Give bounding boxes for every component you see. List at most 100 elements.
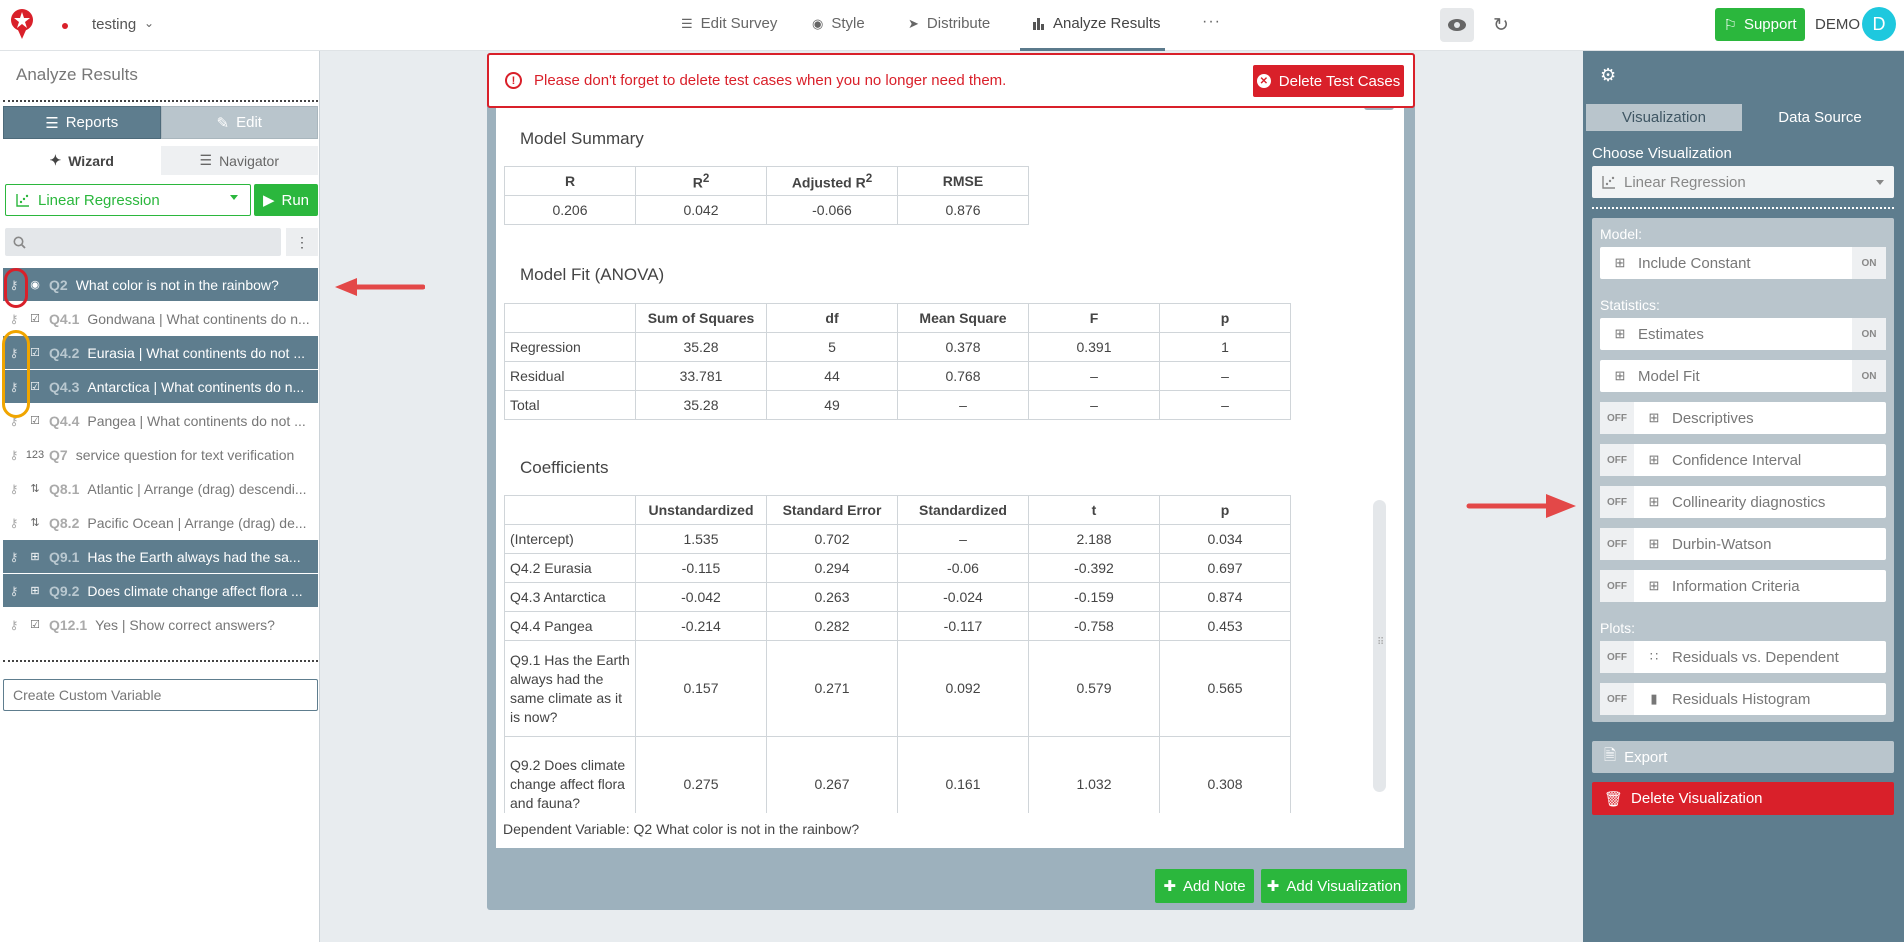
delete-test-cases-button[interactable]: ✕ Delete Test Cases xyxy=(1253,65,1404,97)
table-row: Q4.4 Pangea -0.214 0.282 -0.117 -0.758 0.453 xyxy=(504,611,1291,641)
toggle-off[interactable]: OFF xyxy=(1600,570,1634,602)
tab-reports[interactable]: ☰ Reports xyxy=(3,106,161,139)
panel-title: Analyze Results xyxy=(16,65,138,84)
question-item[interactable]: ⚷ ◉ Q2 What color is not in the rainbow? xyxy=(3,268,318,301)
toggle-off[interactable]: OFF xyxy=(1600,641,1634,673)
question-text: Pangea | What continents do not ... xyxy=(87,412,306,429)
list-icon: ☰ xyxy=(45,114,59,132)
question-item[interactable]: ⚷ ☑ Q4.3 Antarctica | What continents do n.… xyxy=(3,370,318,403)
nav-analyze-results[interactable]: Analyze Results xyxy=(1032,15,1161,32)
table-header xyxy=(504,303,636,333)
preview-button[interactable] xyxy=(1440,8,1474,42)
tab-navigator[interactable]: ☰ Navigator xyxy=(161,146,319,175)
project-name[interactable]: testing xyxy=(92,16,136,33)
table-icon: ⊞ xyxy=(1648,410,1660,425)
tab-data-source[interactable]: Data Source xyxy=(1742,104,1898,131)
key-icon[interactable]: ⚷ xyxy=(3,448,25,462)
gear-icon[interactable]: ⚙ xyxy=(1600,65,1616,86)
option-descriptives[interactable]: OFF ⊞ Descriptives xyxy=(1600,402,1886,434)
question-number: Q9.1 xyxy=(49,548,80,565)
section-title: Model Fit (ANOVA) xyxy=(520,265,665,284)
key-icon[interactable]: ⚷ xyxy=(3,516,25,530)
visualization-type-select[interactable]: Linear Regression xyxy=(1592,166,1894,198)
divider xyxy=(3,100,318,102)
question-number: Q4.4 xyxy=(49,412,80,429)
toggle-off[interactable]: OFF xyxy=(1600,528,1634,560)
question-number: Q4.2 xyxy=(49,344,80,361)
user-label[interactable]: DEMO xyxy=(1815,16,1860,33)
table-cell: 33.781 xyxy=(635,361,767,391)
more-menu[interactable]: ··· xyxy=(1202,13,1221,31)
key-icon[interactable]: ⚷ xyxy=(3,584,25,598)
toggle-on[interactable]: ON xyxy=(1852,318,1886,350)
option-confidence-interval[interactable]: OFF ⊞ Confidence Interval xyxy=(1600,444,1886,476)
question-item[interactable]: ⚷ ⊞ Q9.2 Does climate change affect flora .… xyxy=(3,574,318,607)
search-input[interactable] xyxy=(34,234,264,250)
toggle-off[interactable]: OFF xyxy=(1600,683,1634,715)
coefficients-scroll-area[interactable]: Unstandardized Standard Error Standardized… xyxy=(504,495,1292,813)
avatar[interactable]: D xyxy=(1862,7,1896,41)
question-item[interactable]: ⚷ ☑ Q4.1 Gondwana | What continents do n... xyxy=(3,302,318,335)
question-item[interactable]: ⚷ 123 Q7 service question for text verifica… xyxy=(3,438,318,471)
table-cell: -0.115 xyxy=(635,553,767,583)
nav-distribute[interactable]: ➤ Distribute xyxy=(908,15,990,32)
tab-visualization[interactable]: Visualization xyxy=(1586,104,1742,131)
option-residuals-histogram[interactable]: OFF ▮ Residuals Histogram xyxy=(1600,683,1886,715)
option-residuals-vs-dependent[interactable]: OFF ∷ Residuals vs. Dependent xyxy=(1600,641,1886,673)
pencil-icon: ✎ xyxy=(216,114,230,132)
add-note-button[interactable]: ✚ Add Note xyxy=(1155,869,1254,903)
key-icon[interactable]: ⚷ xyxy=(3,618,25,632)
table-icon: ⊞ xyxy=(1648,452,1660,467)
question-search xyxy=(5,228,281,256)
table-cell: 0.579 xyxy=(1028,640,1160,737)
option-estimates[interactable]: ⊞ Estimates ON xyxy=(1600,318,1886,350)
question-item[interactable]: ⚷ ☑ Q12.1 Yes | Show correct answers? xyxy=(3,608,318,641)
tab-edit[interactable]: ✎ Edit xyxy=(160,106,318,139)
add-visualization-button[interactable]: ✚ Add Visualization xyxy=(1261,869,1407,903)
toggle-off[interactable]: OFF xyxy=(1600,486,1634,518)
option-durbin-watson[interactable]: OFF ⊞ Durbin-Watson xyxy=(1600,528,1886,560)
logo-icon[interactable] xyxy=(10,8,34,40)
option-collinearity-diagnostics[interactable]: OFF ⊞ Collinearity diagnostics xyxy=(1600,486,1886,518)
table-cell: – xyxy=(897,390,1029,420)
delete-visualization-button[interactable]: 🗑 Delete Visualization xyxy=(1592,782,1894,815)
refresh-icon[interactable]: ↻ xyxy=(1488,12,1514,38)
table-icon: ⊞ xyxy=(1648,536,1660,551)
key-icon[interactable]: ⚷ xyxy=(3,482,25,496)
group-label-plots: Plots: xyxy=(1600,620,1636,636)
create-custom-variable-input[interactable]: Create Custom Variable xyxy=(3,679,318,711)
toggle-on[interactable]: ON xyxy=(1852,360,1886,392)
checkbox-icon: ☑ xyxy=(30,415,40,427)
toggle-off[interactable]: OFF xyxy=(1600,402,1634,434)
table-icon: ⊞ xyxy=(1648,494,1660,509)
caret-down-icon xyxy=(230,195,238,200)
question-item[interactable]: ⚷ ⊞ Q9.1 Has the Earth always had the sa... xyxy=(3,540,318,573)
grid-icon: ⊞ xyxy=(30,585,40,597)
more-options-icon[interactable]: ⋮ xyxy=(286,228,318,256)
option-model-fit[interactable]: ⊞ Model Fit ON xyxy=(1600,360,1886,392)
nav-edit-survey[interactable]: ☰ Edit Survey xyxy=(681,15,777,32)
question-number: Q12.1 xyxy=(49,616,88,633)
support-button[interactable]: ⚐ Support xyxy=(1715,8,1805,41)
tab-wizard[interactable]: ✦ Wizard xyxy=(3,146,161,175)
question-item[interactable]: ⚷ ⇅ Q8.2 Pacific Ocean | Arrange (drag) de.… xyxy=(3,506,318,539)
question-item[interactable]: ⚷ ⇅ Q8.1 Atlantic | Arrange (drag) descendi… xyxy=(3,472,318,505)
option-include-constant[interactable]: ⊞ Include Constant ON xyxy=(1600,247,1886,279)
key-icon[interactable]: ⚷ xyxy=(3,312,25,326)
table-cell: – xyxy=(1028,361,1160,391)
question-item[interactable]: ⚷ ☑ Q4.2 Eurasia | What continents do not .… xyxy=(3,336,318,369)
nav-style[interactable]: ◉ Style xyxy=(812,15,865,32)
export-button[interactable]: 🗎 Export xyxy=(1592,741,1894,773)
group-label-statistics: Statistics: xyxy=(1600,297,1660,313)
table-header: R xyxy=(504,166,636,196)
table-cell: -0.024 xyxy=(897,582,1029,612)
question-item[interactable]: ⚷ ☑ Q4.4 Pangea | What continents do not ..… xyxy=(3,404,318,437)
visualization-select[interactable]: Linear Regression xyxy=(5,184,251,216)
chevron-down-icon[interactable]: ⌄ xyxy=(144,16,154,30)
run-button[interactable]: ▶ Run xyxy=(254,184,318,216)
toggle-on[interactable]: ON xyxy=(1852,247,1886,279)
toggle-off[interactable]: OFF xyxy=(1600,444,1634,476)
table-header: Sum of Squares xyxy=(635,303,767,333)
key-icon[interactable]: ⚷ xyxy=(3,550,25,564)
option-information-criteria[interactable]: OFF ⊞ Information Criteria xyxy=(1600,570,1886,602)
